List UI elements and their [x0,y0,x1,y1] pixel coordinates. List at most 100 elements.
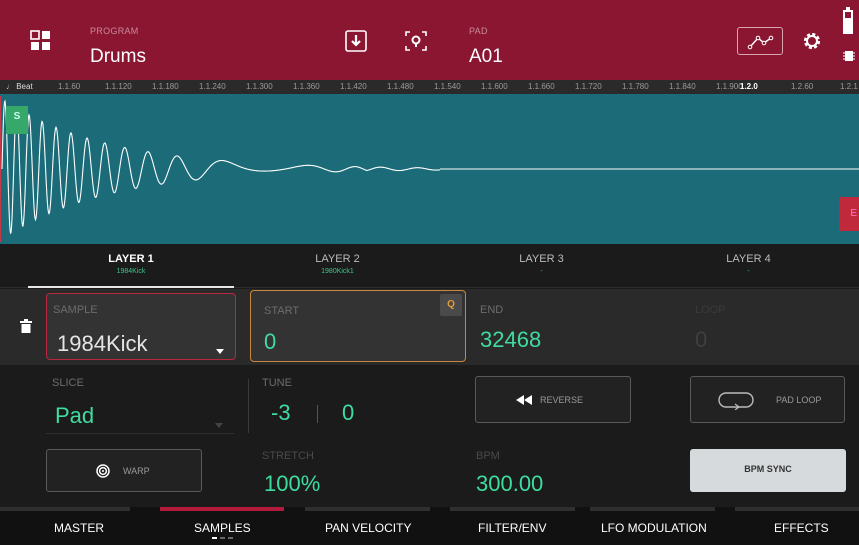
program-label: PROGRAM [90,26,139,36]
layer-title: LAYER 4 [726,253,771,265]
ruler-tick: 1.1.600 [481,82,508,91]
envelope-icon [747,35,774,50]
ruler-tick: 1.2.60 [791,82,814,91]
bpm-sync-button[interactable]: BPM SYNC [690,449,846,492]
tab-indicator-active [160,507,284,511]
layer-title: LAYER 1 [108,253,154,265]
tune-label: TUNE [262,377,292,389]
ruler-tick: 1.1.120 [105,82,132,91]
page-dots [212,537,236,539]
tab-indicator [450,507,575,511]
tab-filter-env[interactable]: FILTER/ENV [478,521,546,535]
ruler-tick: 1.2.0 [740,82,758,91]
tab-indicator [735,507,859,511]
ruler-tick: 1.1.300 [246,82,273,91]
pad-name[interactable]: A01 [469,46,503,68]
ruler-tick: 1.1.900 [716,82,743,91]
waveform-graphic [0,96,859,242]
reverse-label: REVERSE [540,394,584,405]
trash-icon[interactable] [20,319,32,333]
gear-icon[interactable] [802,31,822,51]
ruler-tick: 1.1.480 [387,82,414,91]
bpm-label: BPM [476,450,500,462]
header-bar: PROGRAM Drums PAD A01 [0,0,859,80]
ruler-tick: 1.1.360 [293,82,320,91]
loop-label: LOOP [695,304,726,316]
reverse-button[interactable]: REVERSE [475,376,631,423]
ruler-tick: 1.2.1 [840,82,858,91]
tab-indicator [0,507,130,511]
tune-coarse-value[interactable]: -3 [271,400,291,426]
tab-layer-2[interactable]: LAYER 2 1980Kick1 [234,244,441,288]
envelope-button[interactable] [737,27,783,55]
loop-icon [717,390,755,412]
tab-lfo-modulation[interactable]: LFO MODULATION [601,521,707,535]
tab-samples[interactable]: SAMPLES [194,521,251,535]
quantize-badge[interactable]: Q [440,294,462,316]
warp-label: WARP [123,465,150,476]
layer-sample-name: - [747,268,750,275]
layer-title: LAYER 3 [519,253,564,265]
start-label: START [264,305,300,317]
pad-label: PAD [469,26,488,36]
slice-label: SLICE [52,377,84,389]
tab-indicator [590,507,715,511]
tab-indicator [305,507,430,511]
layer-tabs: LAYER 1 1984Kick LAYER 2 1980Kick1 LAYER… [0,244,859,288]
tab-master[interactable]: MASTER [54,521,104,535]
slice-value[interactable]: Pad [55,403,94,429]
ruler-unit-label: ♩ Beat [6,82,33,91]
start-marker[interactable]: S [6,106,28,134]
layer-sample-name: - [540,268,543,275]
slice-chevron-icon [215,415,223,433]
program-name[interactable]: Drums [90,46,146,68]
tab-layer-4[interactable]: LAYER 4 - [645,244,852,288]
tab-layer-1[interactable]: LAYER 1 1984Kick [0,244,234,288]
sample-params-panel: SAMPLE 1984Kick START 0 Q END 32468 LOOP… [0,289,859,507]
loop-value[interactable]: 0 [695,327,707,353]
tab-effects[interactable]: EFFECTS [774,521,829,535]
layer-title: LAYER 2 [315,253,360,265]
waveform-view[interactable]: S E [0,94,859,244]
rewind-icon [516,395,532,407]
ruler-tick: 1.1.420 [340,82,367,91]
tune-divider [248,379,249,433]
timeline-ruler[interactable]: ♩ Beat 1.1.60 1.1.120 1.1.180 1.1.240 1.… [0,80,859,94]
stretch-label: STRETCH [262,450,314,462]
warp-button[interactable]: WARP [46,449,202,492]
battery-icon [842,7,854,35]
chevron-down-icon [216,341,224,359]
warp-icon [96,464,110,480]
ruler-tick: 1.1.180 [152,82,179,91]
ruler-tick: 1.1.60 [58,82,81,91]
start-field[interactable]: START 0 Q [250,290,466,362]
end-marker[interactable]: E [839,197,859,231]
end-value[interactable]: 32468 [480,327,541,353]
pad-loop-button[interactable]: PAD LOOP [690,376,845,423]
ruler-tick: 1.1.840 [669,82,696,91]
ruler-tick: 1.1.720 [575,82,602,91]
bpm-value[interactable]: 300.00 [476,471,543,497]
sample-select[interactable]: SAMPLE 1984Kick [46,293,236,360]
save-down-arrow-icon[interactable] [345,30,367,52]
bpm-sync-label: BPM SYNC [744,464,792,474]
tab-pan-velocity[interactable]: PAN VELOCITY [325,521,411,535]
bottom-nav: MASTER SAMPLES PAN VELOCITY FILTER/ENV L… [0,507,859,545]
end-label: END [480,304,504,316]
locate-icon[interactable] [404,30,428,52]
ruler-tick: 1.1.780 [622,82,649,91]
slice-underline [46,433,234,434]
tune-separator [317,405,318,423]
ruler-tick: 1.1.240 [199,82,226,91]
tune-fine-value[interactable]: 0 [342,400,354,426]
ruler-tick: 1.1.540 [434,82,461,91]
start-value: 0 [264,329,277,354]
grid-icon[interactable] [30,30,52,52]
ruler-tick: 1.1.660 [528,82,555,91]
pad-loop-label: PAD LOOP [776,394,822,405]
chip-icon [843,49,855,63]
sample-value: 1984Kick [57,331,148,356]
stretch-value[interactable]: 100% [264,471,320,497]
layer-sample-name: 1980Kick1 [321,268,354,275]
tab-layer-3[interactable]: LAYER 3 - [438,244,645,288]
